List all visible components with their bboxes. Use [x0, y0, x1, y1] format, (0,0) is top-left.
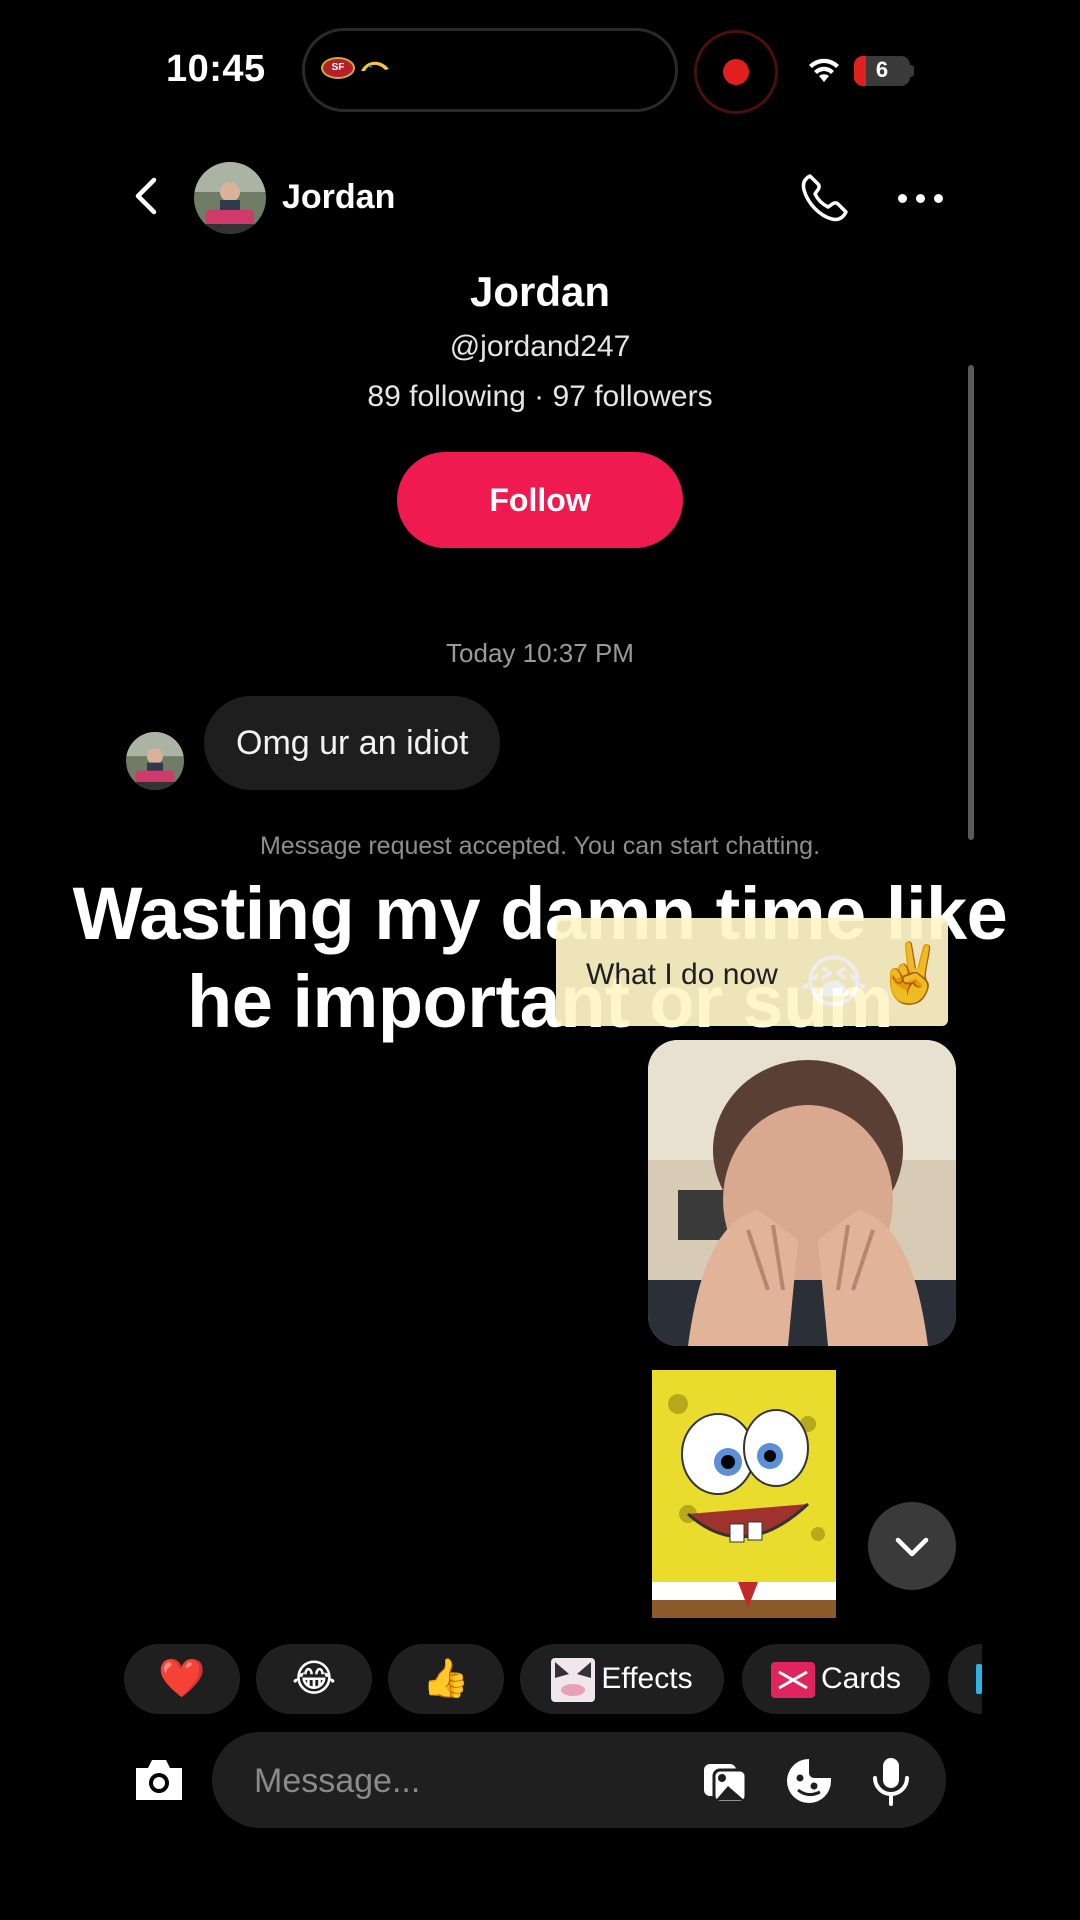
- more-chip-partial[interactable]: [948, 1644, 982, 1714]
- message-input[interactable]: [252, 1732, 676, 1830]
- contact-name[interactable]: Jordan: [282, 178, 395, 217]
- scrollbar[interactable]: [968, 365, 974, 840]
- battery-level: 6: [875, 57, 889, 82]
- effects-label: Effects: [601, 1662, 693, 1695]
- cards-label: Cards: [820, 1662, 902, 1695]
- quick-thumbs-up-button[interactable]: 👍: [388, 1644, 504, 1714]
- message-timestamp: Today 10:37 PM: [446, 638, 634, 668]
- sender-avatar[interactable]: [126, 732, 184, 790]
- quick-heart-button[interactable]: ❤️: [124, 1644, 240, 1714]
- spongebob-sticker[interactable]: [648, 1364, 840, 1618]
- status-time: 10:45: [166, 48, 266, 90]
- profile-stats: 89 following · 97 followers: [367, 380, 713, 413]
- microphone-icon[interactable]: [866, 1756, 916, 1806]
- peace-emoji: ✌️: [874, 941, 947, 1006]
- battery-icon: 6: [854, 56, 910, 86]
- back-icon[interactable]: [126, 174, 170, 218]
- cards-icon: [770, 1662, 815, 1699]
- wifi-icon: [809, 58, 839, 82]
- incoming-message-bubble[interactable]: Omg ur an idiot: [204, 696, 501, 790]
- scroll-to-bottom-button[interactable]: [868, 1502, 956, 1590]
- crying-emoji: 😭: [800, 950, 868, 1015]
- heart-icon: ❤️: [158, 1658, 206, 1700]
- chevron-down-icon: [895, 1537, 929, 1557]
- dynamic-island[interactable]: SF: [302, 28, 678, 112]
- effects-icon: [551, 1658, 596, 1703]
- system-notice: Message request accepted. You can start …: [259, 832, 821, 860]
- follow-button[interactable]: Follow: [397, 452, 683, 548]
- sticker-emoji-icon[interactable]: [784, 1756, 834, 1806]
- team-logo-icon: SF: [321, 57, 355, 79]
- laughing-emoji-icon: 😂: [291, 1658, 337, 1700]
- profile-handle: @jordand247: [449, 330, 631, 363]
- cards-button[interactable]: Cards: [742, 1644, 930, 1714]
- bolt-logo-icon: [361, 61, 389, 71]
- effects-button[interactable]: Effects: [520, 1644, 724, 1714]
- battery-tip: [910, 65, 914, 77]
- message-composer[interactable]: [212, 1732, 946, 1830]
- gallery-icon[interactable]: [700, 1756, 750, 1806]
- quick-laugh-button[interactable]: 😂: [256, 1644, 372, 1714]
- recording-indicator[interactable]: [694, 30, 778, 114]
- phone-icon[interactable]: [798, 172, 850, 224]
- sticker-text: What I do now: [586, 958, 778, 991]
- header-avatar[interactable]: [194, 162, 266, 234]
- meme-image[interactable]: [648, 1040, 956, 1346]
- camera-icon[interactable]: [132, 1756, 186, 1802]
- profile-name: Jordan: [469, 268, 611, 315]
- thumbs-up-icon: 👍: [422, 1658, 470, 1700]
- sticker-message[interactable]: What I do now 😭 ✌️: [556, 918, 948, 1026]
- more-options-icon[interactable]: [898, 194, 944, 204]
